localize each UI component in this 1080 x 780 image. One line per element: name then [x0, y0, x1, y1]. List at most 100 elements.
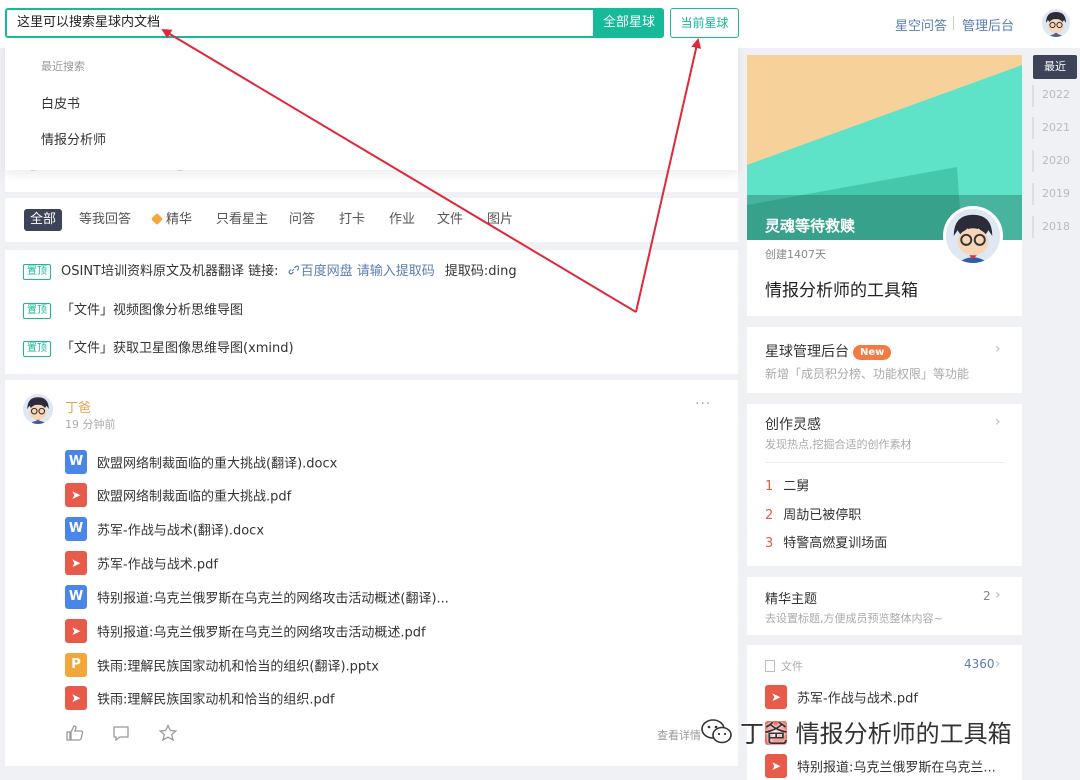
timeline-bar [1032, 183, 1034, 205]
recent-file[interactable]: ➤ 特别报道:乌克兰俄罗斯在乌克兰... [765, 754, 996, 778]
chevron-right-icon[interactable]: › [995, 414, 1001, 430]
pinned-topic-text: OSINT培训资料原文及机器翻译 链接: [61, 264, 279, 279]
top-bar: 这里可以搜索星球内文档 全部星球 当前星球 星空问答 管理后台 [0, 0, 1080, 48]
ppt-file-icon: P [65, 653, 87, 677]
hot-topic-item[interactable]: 1 二舅 [765, 475, 809, 494]
baidu-pan-link[interactable]: 百度网盘 请输入提取码 [283, 264, 435, 279]
post-author[interactable]: 丁爸 [65, 397, 91, 416]
year-item[interactable]: 2021 [1042, 121, 1070, 134]
tab-qa[interactable]: 问答 [289, 209, 315, 231]
tab-images[interactable]: 图片 [487, 209, 513, 231]
post-file[interactable]: W 苏军-作战与战术(翻译).docx [65, 517, 264, 541]
essence-title: 精华主题 [765, 592, 818, 607]
pinned-topic[interactable]: 置顶 OSINT培训资料原文及机器翻译 链接: 百度网盘 请输入提取码 提取码:d… [23, 263, 517, 281]
pinned-topics: 置顶 OSINT培训资料原文及机器翻译 链接: 百度网盘 请输入提取码 提取码:d… [5, 250, 738, 374]
pinned-topic[interactable]: 置顶 「文件」获取卫星图像思维导图(xmind) [23, 340, 294, 358]
files-count[interactable]: 4360 [964, 657, 995, 671]
timeline-bar [1032, 85, 1034, 107]
pinned-topic[interactable]: 置顶 「文件」视频图像分析思维导图 [23, 302, 243, 320]
inspiration-subtitle: 发现热点,挖掘合适的创作素材 [765, 438, 912, 451]
recent-search-dropdown: 最近搜索 白皮书 情报分析师 [5, 42, 738, 170]
admin-card-subtitle: 新增「成员积分榜、功能权限」等功能 [765, 367, 970, 381]
search-current-group-button[interactable]: 当前星球 [670, 8, 739, 38]
post-file[interactable]: ➤ 苏军-作战与战术.pdf [65, 551, 218, 575]
pdf-file-icon: ➤ [765, 754, 787, 778]
recent-file[interactable]: ➤ 苏军-作战与战术.pdf [765, 685, 918, 709]
group-name: 情报分析师的工具箱 [765, 281, 918, 301]
user-avatar-image [1042, 9, 1070, 37]
user-avatar[interactable] [1042, 9, 1070, 37]
group-admin-card[interactable]: 星球管理后台 New 新增「成员积分榜、功能权限」等功能 › [747, 327, 1022, 393]
nav-admin-link[interactable]: 管理后台 [962, 15, 1014, 34]
post-file[interactable]: ➤ 欧盟网络制裁面临的重大挑战.pdf [65, 483, 291, 507]
post-file[interactable]: W 特别报道:乌克兰俄罗斯在乌克兰的网络攻击活动概述(翻译)... [65, 585, 449, 609]
group-created-days: 创建1407天 [765, 248, 826, 261]
recent-search-item[interactable]: 情报分析师 [41, 129, 106, 148]
admin-card-title: 星球管理后台 New [765, 341, 892, 361]
pinned-tag: 置顶 [23, 264, 51, 280]
nav-divider [953, 16, 954, 30]
star-icon[interactable] [158, 724, 178, 742]
tab-homework[interactable]: 作业 [389, 209, 415, 231]
wechat-watermark: 丁爸 情报分析师的工具箱 [700, 714, 1012, 750]
essence-topics-card[interactable]: 精华主题 去设置标题,方便成员预览整体内容~ 2 › [747, 577, 1022, 635]
inspiration-title[interactable]: 创作灵感 [765, 414, 821, 434]
extraction-code: 提取码:ding [444, 264, 517, 279]
author-avatar[interactable] [23, 394, 53, 424]
pinned-topic-text: 「文件」获取卫星图像思维导图(xmind) [61, 341, 294, 356]
pinned-tag: 置顶 [23, 303, 51, 319]
like-icon[interactable] [65, 724, 85, 742]
word-file-icon: W [65, 517, 87, 541]
post-file[interactable]: ➤ 铁雨:理解民族国家动机和恰当的组织.pdf [65, 686, 335, 710]
tab-all[interactable]: 全部 [24, 209, 63, 231]
pdf-file-icon: ➤ [65, 483, 87, 507]
pdf-file-icon: ➤ [65, 619, 87, 643]
file-icon [765, 660, 775, 672]
nav-qa-link[interactable]: 星空问答 [895, 15, 947, 34]
tab-awaiting-answer[interactable]: 等我回答 [79, 209, 131, 231]
post-file[interactable]: W 欧盟网络制裁面临的重大挑战(翻译).docx [65, 450, 337, 474]
post-more-button[interactable]: ··· [695, 396, 711, 412]
view-detail-link[interactable]: 查看详情 [657, 727, 701, 743]
search-input[interactable]: 这里可以搜索星球内文档 [5, 8, 595, 38]
chevron-right-icon: › [995, 587, 1001, 603]
divider [765, 462, 1005, 463]
comment-icon[interactable] [111, 724, 131, 742]
hot-topic-item[interactable]: 3 特警高燃夏训场面 [765, 532, 887, 551]
year-item[interactable]: 2018 [1042, 220, 1070, 233]
filter-tabs: 全部 等我回答 精华 只看星主 问答 打卡 作业 文件 图片 [5, 198, 738, 242]
word-file-icon: W [65, 585, 87, 609]
timeline-bar [1032, 117, 1034, 139]
author-avatar-image [23, 394, 53, 424]
wechat-icon [701, 719, 732, 744]
pinned-topic-text: 「文件」视频图像分析思维导图 [61, 303, 244, 318]
year-item[interactable]: 2022 [1042, 88, 1070, 101]
banner-text: 灵魂等待救赎 [765, 217, 856, 235]
chevron-right-icon[interactable]: › [995, 656, 1001, 672]
tab-checkin[interactable]: 打卡 [339, 209, 365, 231]
tab-files[interactable]: 文件 [437, 209, 463, 231]
tab-owner-only[interactable]: 只看星主 [216, 209, 268, 231]
pinned-tag: 置顶 [23, 341, 51, 357]
post-file[interactable]: P 铁雨:理解民族国家动机和恰当的组织(翻译).pptx [65, 653, 379, 677]
essence-count: 2 [983, 589, 991, 603]
timeline-bar [1032, 150, 1034, 172]
tab-essence[interactable]: 精华 [150, 209, 192, 231]
pdf-file-icon: ➤ [65, 551, 87, 575]
group-avatar[interactable] [943, 206, 1003, 266]
files-header: 文件 [765, 658, 803, 674]
hot-topic-item[interactable]: 2 周劼已被停职 [765, 504, 861, 523]
inspiration-card: 创作灵感 发现热点,挖掘合适的创作素材 › 1 二舅 2 周劼已被停职 3 特警高燃夏… [747, 404, 1022, 566]
year-recent[interactable]: 最近 [1033, 55, 1077, 79]
files-card: 文件 4360 › ➤ 苏军-作战与战术.pdf ➤ ➤ 特别报道:乌克兰俄罗斯在乌… [747, 645, 1022, 780]
pdf-file-icon: ➤ [65, 686, 87, 710]
year-item[interactable]: 2019 [1042, 187, 1070, 200]
recent-search-item[interactable]: 白皮书 [41, 93, 80, 112]
recent-search-title: 最近搜索 [41, 60, 85, 73]
year-item[interactable]: 2020 [1042, 154, 1070, 167]
post-time: 19 分钟前 [65, 418, 116, 431]
post-file[interactable]: ➤ 特别报道:乌克兰俄罗斯在乌克兰的网络攻击活动概述.pdf [65, 619, 426, 643]
timeline-bar [1032, 216, 1034, 238]
post-card: 丁爸 19 分钟前 ··· W 欧盟网络制裁面临的重大挑战(翻译).docx ➤ 欧… [5, 380, 738, 766]
search-all-groups-button[interactable]: 全部星球 [594, 8, 664, 38]
